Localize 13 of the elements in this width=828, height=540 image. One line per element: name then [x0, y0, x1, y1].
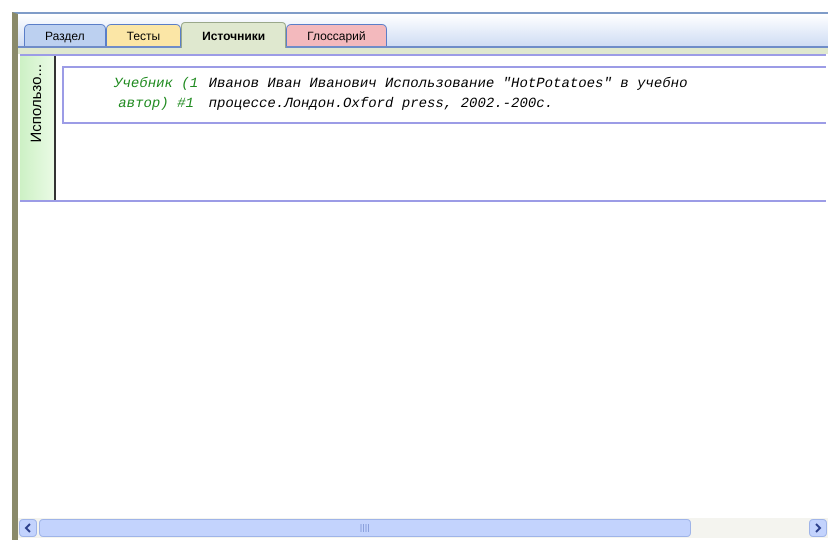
group-label: Использо... [20, 56, 56, 200]
tab[interactable]: Тесты [106, 24, 182, 46]
scroll-thumb[interactable] [39, 519, 691, 537]
source-type: Учебник (1 автор) #1 [112, 75, 200, 114]
tab[interactable]: Источники [181, 22, 286, 48]
tab[interactable]: Раздел [24, 24, 106, 46]
grip-icon [360, 524, 370, 532]
scroll-right-icon[interactable] [809, 519, 827, 537]
tab[interactable]: Глоссарий [286, 24, 387, 46]
citation-text: процессе.Лондон.Oxford press, 2002.-200с. [208, 95, 554, 114]
horizontal-scrollbar[interactable] [18, 518, 828, 538]
scroll-left-icon[interactable] [19, 519, 37, 537]
citation-text: Иванов Иван Иванович Использование "HotPotatoes" в учебно [208, 75, 688, 94]
